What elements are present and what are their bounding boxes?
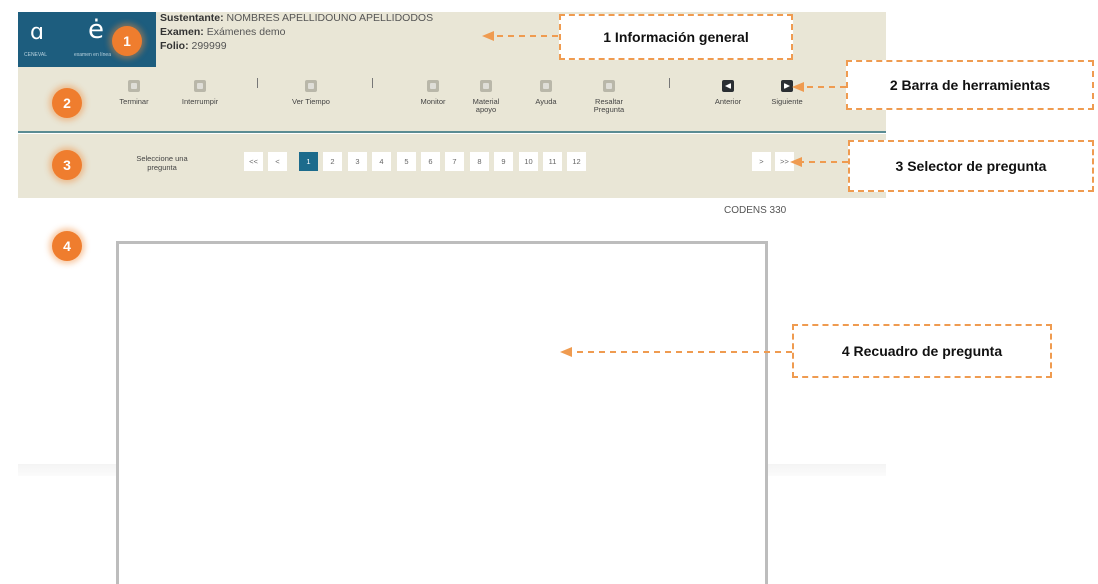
callout-selector-pregunta: 3 Selector de pregunta	[848, 140, 1094, 192]
callout-recuadro-pregunta: 4 Recuadro de pregunta	[792, 324, 1052, 378]
callout-barra-herramientas: 2 Barra de herramientas	[846, 60, 1094, 110]
callout-informacion-general: 1 Información general	[559, 14, 793, 60]
